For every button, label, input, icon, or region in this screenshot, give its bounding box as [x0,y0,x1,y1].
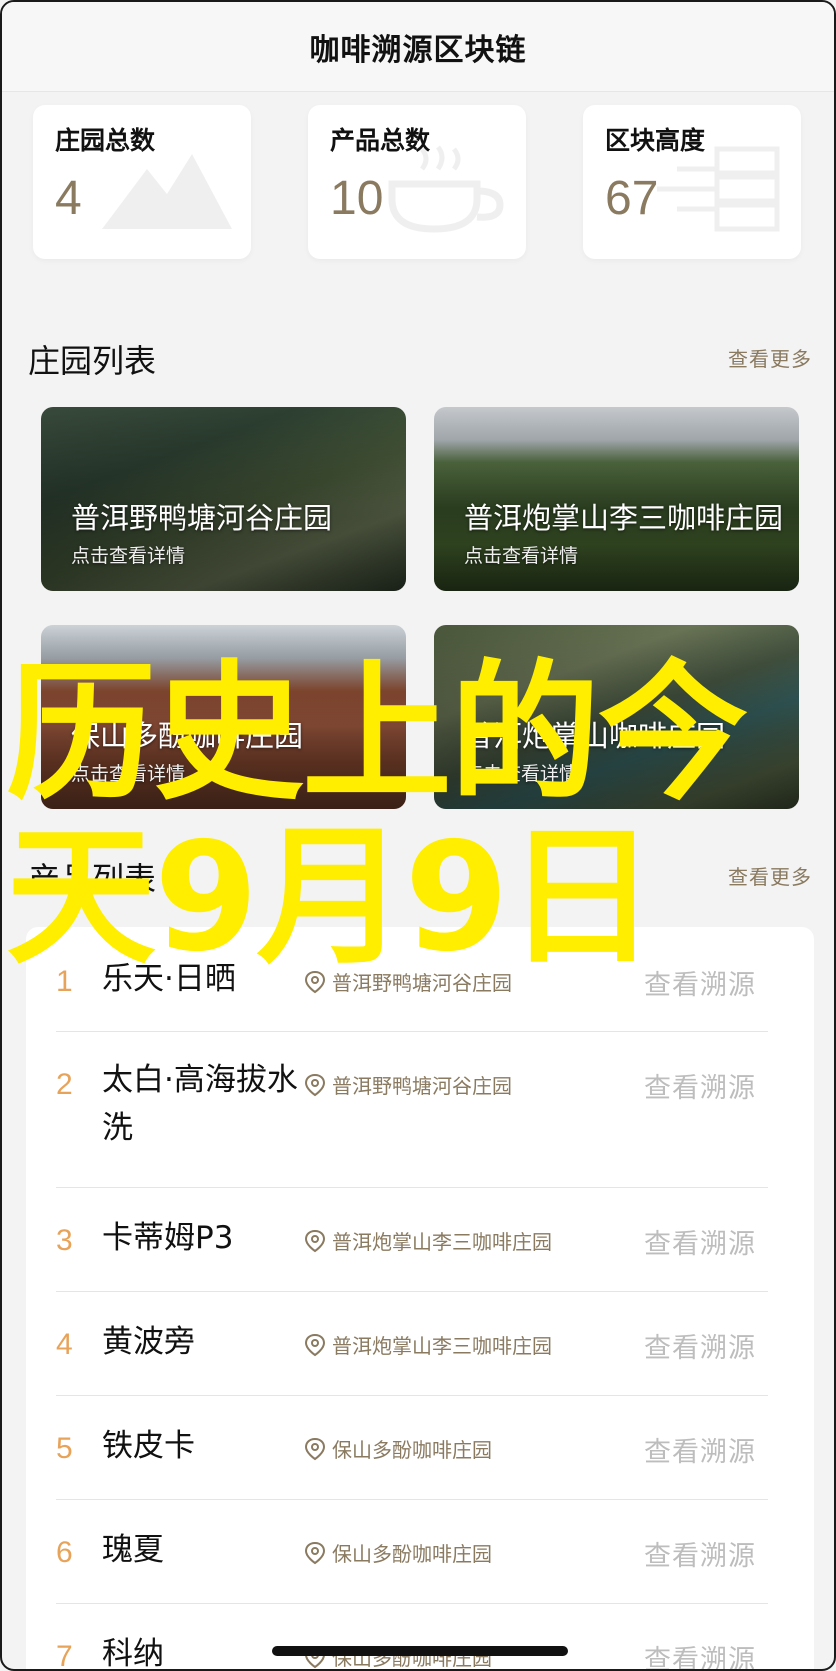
product-index: 5 [56,1432,73,1465]
view-trace-button[interactable]: 查看溯源 [644,1326,756,1365]
stat-label: 产品总数 [330,126,431,155]
product-index: 3 [56,1224,73,1257]
farm-detail-hint: 点击查看详情 [71,545,186,567]
product-row[interactable]: 5 铁皮卡 保山多酚咖啡庄园 查看溯源 [56,1396,768,1500]
product-index: 6 [56,1536,73,1569]
location-text: 普洱炮掌山李三咖啡庄园 [332,1230,552,1254]
farm-detail-hint: 点击查看详情 [464,545,579,567]
farm-name: 普洱野鸭塘河谷庄园 [71,501,333,535]
product-row[interactable]: 7 科纳 保山多酚咖啡庄园 查看溯源 [56,1604,768,1671]
section-title: 产品列表 [28,860,157,898]
product-row[interactable]: 3 卡蒂姆P3 普洱炮掌山李三咖啡庄园 查看溯源 [56,1188,768,1292]
view-more-link[interactable]: 查看更多 [728,861,812,900]
location-text: 普洱野鸭塘河谷庄园 [332,1074,512,1098]
product-index: 2 [56,1068,73,1101]
product-row[interactable]: 1 乐天·日晒 普洱野鸭塘河谷庄园 查看溯源 [56,927,768,1032]
view-trace-button[interactable]: 查看溯源 [644,963,756,1002]
product-name: 瑰夏 [102,1532,164,1568]
location-text: 普洱野鸭塘河谷庄园 [332,971,512,995]
view-trace-button[interactable]: 查看溯源 [644,1222,756,1261]
stat-card-products: 产品总数 10 [308,105,526,259]
stat-label: 庄园总数 [55,126,156,155]
product-list: 1 乐天·日晒 普洱野鸭塘河谷庄园 查看溯源 2 太白·高海拔水洗 普洱野鸭塘河… [26,927,814,1671]
app-screen: 咖啡溯源区块链 庄园总数 4 产品总数 10 区块高度 67 庄园列表 查看更多 [0,0,836,1671]
stat-label: 区块高度 [605,126,706,155]
location-text: 保山多酚咖啡庄园 [332,1438,492,1462]
location-pin-icon [304,1229,326,1252]
product-name: 铁皮卡 [102,1428,195,1464]
page-title: 咖啡溯源区块链 [309,32,527,68]
location-pin-icon [304,1437,326,1460]
stat-card-farms: 庄园总数 4 [33,105,251,259]
product-index: 4 [56,1328,73,1361]
stat-value: 67 [605,172,659,225]
product-location: 普洱炮掌山李三咖啡庄园 [304,1226,552,1255]
product-name: 黄波旁 [102,1324,195,1360]
farm-name: 普洱炮掌山李三咖啡庄园 [464,501,784,535]
product-location: 普洱野鸭塘河谷庄园 [304,1070,512,1099]
view-trace-button[interactable]: 查看溯源 [644,1066,756,1105]
location-text: 保山多酚咖啡庄园 [332,1542,492,1566]
farm-name: 保山多酚咖啡庄园 [71,719,304,753]
location-pin-icon [304,1333,326,1356]
location-pin-icon [304,1541,326,1564]
product-section-header: 产品列表 查看更多 [28,854,812,900]
farm-card[interactable]: 保山多酚咖啡庄园 点击查看详情 [41,625,406,809]
product-index: 7 [56,1640,73,1671]
farm-section-header: 庄园列表 查看更多 [28,336,812,382]
farm-detail-hint: 点击查看详情 [464,763,579,785]
product-location: 普洱野鸭塘河谷庄园 [304,967,512,996]
farm-name: 普洱炮掌山咖啡庄园 [464,719,726,753]
view-trace-button[interactable]: 查看溯源 [644,1638,756,1669]
farm-detail-hint: 点击查看详情 [71,763,186,785]
view-trace-button[interactable]: 查看溯源 [644,1534,756,1573]
product-location: 保山多酚咖啡庄园 [304,1538,492,1567]
nav-bar: 咖啡溯源区块链 [2,2,834,92]
stat-value: 10 [330,172,384,225]
product-location: 保山多酚咖啡庄园 [304,1434,492,1463]
product-location: 普洱炮掌山李三咖啡庄园 [304,1330,552,1359]
section-title: 庄园列表 [28,342,157,380]
view-trace-button[interactable]: 查看溯源 [644,1430,756,1469]
location-text: 普洱炮掌山李三咖啡庄园 [332,1334,552,1358]
product-row[interactable]: 4 黄波旁 普洱炮掌山李三咖啡庄园 查看溯源 [56,1292,768,1396]
location-pin-icon [304,970,326,993]
farm-card[interactable]: 普洱炮掌山李三咖啡庄园 点击查看详情 [434,407,799,591]
farm-card[interactable]: 普洱野鸭塘河谷庄园 点击查看详情 [41,407,406,591]
product-row[interactable]: 6 瑰夏 保山多酚咖啡庄园 查看溯源 [56,1500,768,1604]
product-name: 乐天·日晒 [102,961,236,997]
stat-value: 4 [55,172,82,225]
location-pin-icon [304,1073,326,1096]
home-indicator[interactable] [272,1646,568,1656]
farm-card[interactable]: 普洱炮掌山咖啡庄园 点击查看详情 [434,625,799,809]
product-name: 太白·高海拔水洗 [102,1062,298,1146]
product-index: 1 [56,965,73,998]
stat-card-block-height: 区块高度 67 [583,105,801,259]
product-row[interactable]: 2 太白·高海拔水洗 普洱野鸭塘河谷庄园 查看溯源 [56,1032,768,1188]
product-name: 卡蒂姆P3 [102,1220,234,1256]
view-more-link[interactable]: 查看更多 [728,343,812,382]
